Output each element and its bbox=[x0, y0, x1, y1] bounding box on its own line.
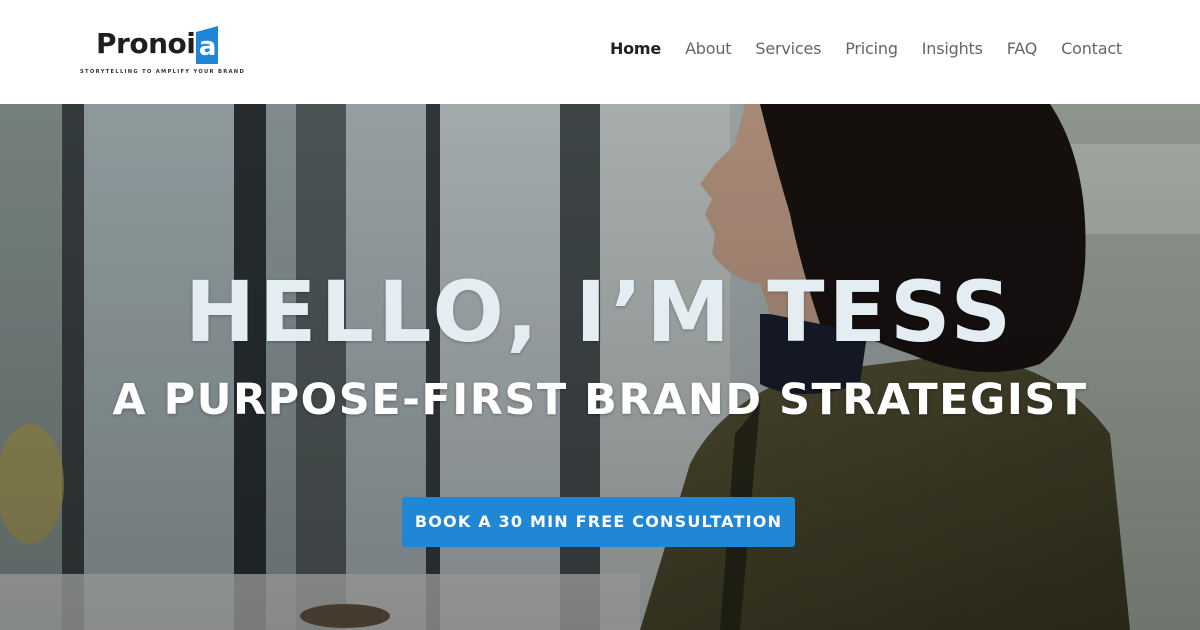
logo-accent-letter: a bbox=[198, 32, 217, 62]
main-nav: Home About Services Pricing Insights FAQ… bbox=[610, 36, 1122, 60]
nav-home[interactable]: Home bbox=[610, 39, 661, 58]
nav-about[interactable]: About bbox=[685, 39, 732, 58]
hero-section: HELLO, I’M TESS A PURPOSE-FIRST BRAND ST… bbox=[0, 104, 1200, 630]
nav-services[interactable]: Services bbox=[755, 39, 821, 58]
book-consultation-button[interactable]: BOOK A 30 MIN FREE CONSULTATION bbox=[402, 497, 795, 547]
nav-faq[interactable]: FAQ bbox=[1007, 39, 1038, 58]
nav-contact[interactable]: Contact bbox=[1061, 39, 1122, 58]
hero-subtitle: A PURPOSE-FIRST BRAND STRATEGIST bbox=[112, 375, 1088, 425]
nav-insights[interactable]: Insights bbox=[922, 39, 983, 58]
nav-pricing[interactable]: Pricing bbox=[845, 39, 898, 58]
logo-name: Pronoi bbox=[96, 27, 196, 60]
brand-logo[interactable]: Pronoi a STORYTELLING TO AMPLIFY YOUR BRA… bbox=[80, 20, 246, 80]
hero-title: HELLO, I’M TESS bbox=[184, 263, 1016, 361]
site-header: Pronoi a STORYTELLING TO AMPLIFY YOUR BRA… bbox=[0, 0, 1200, 104]
hero-content: HELLO, I’M TESS A PURPOSE-FIRST BRAND ST… bbox=[0, 104, 1200, 630]
logo-tagline: STORYTELLING TO AMPLIFY YOUR BRAND bbox=[80, 69, 246, 75]
logo-wordmark: Pronoi a bbox=[96, 26, 219, 64]
logo-accent-block: a bbox=[196, 26, 219, 64]
